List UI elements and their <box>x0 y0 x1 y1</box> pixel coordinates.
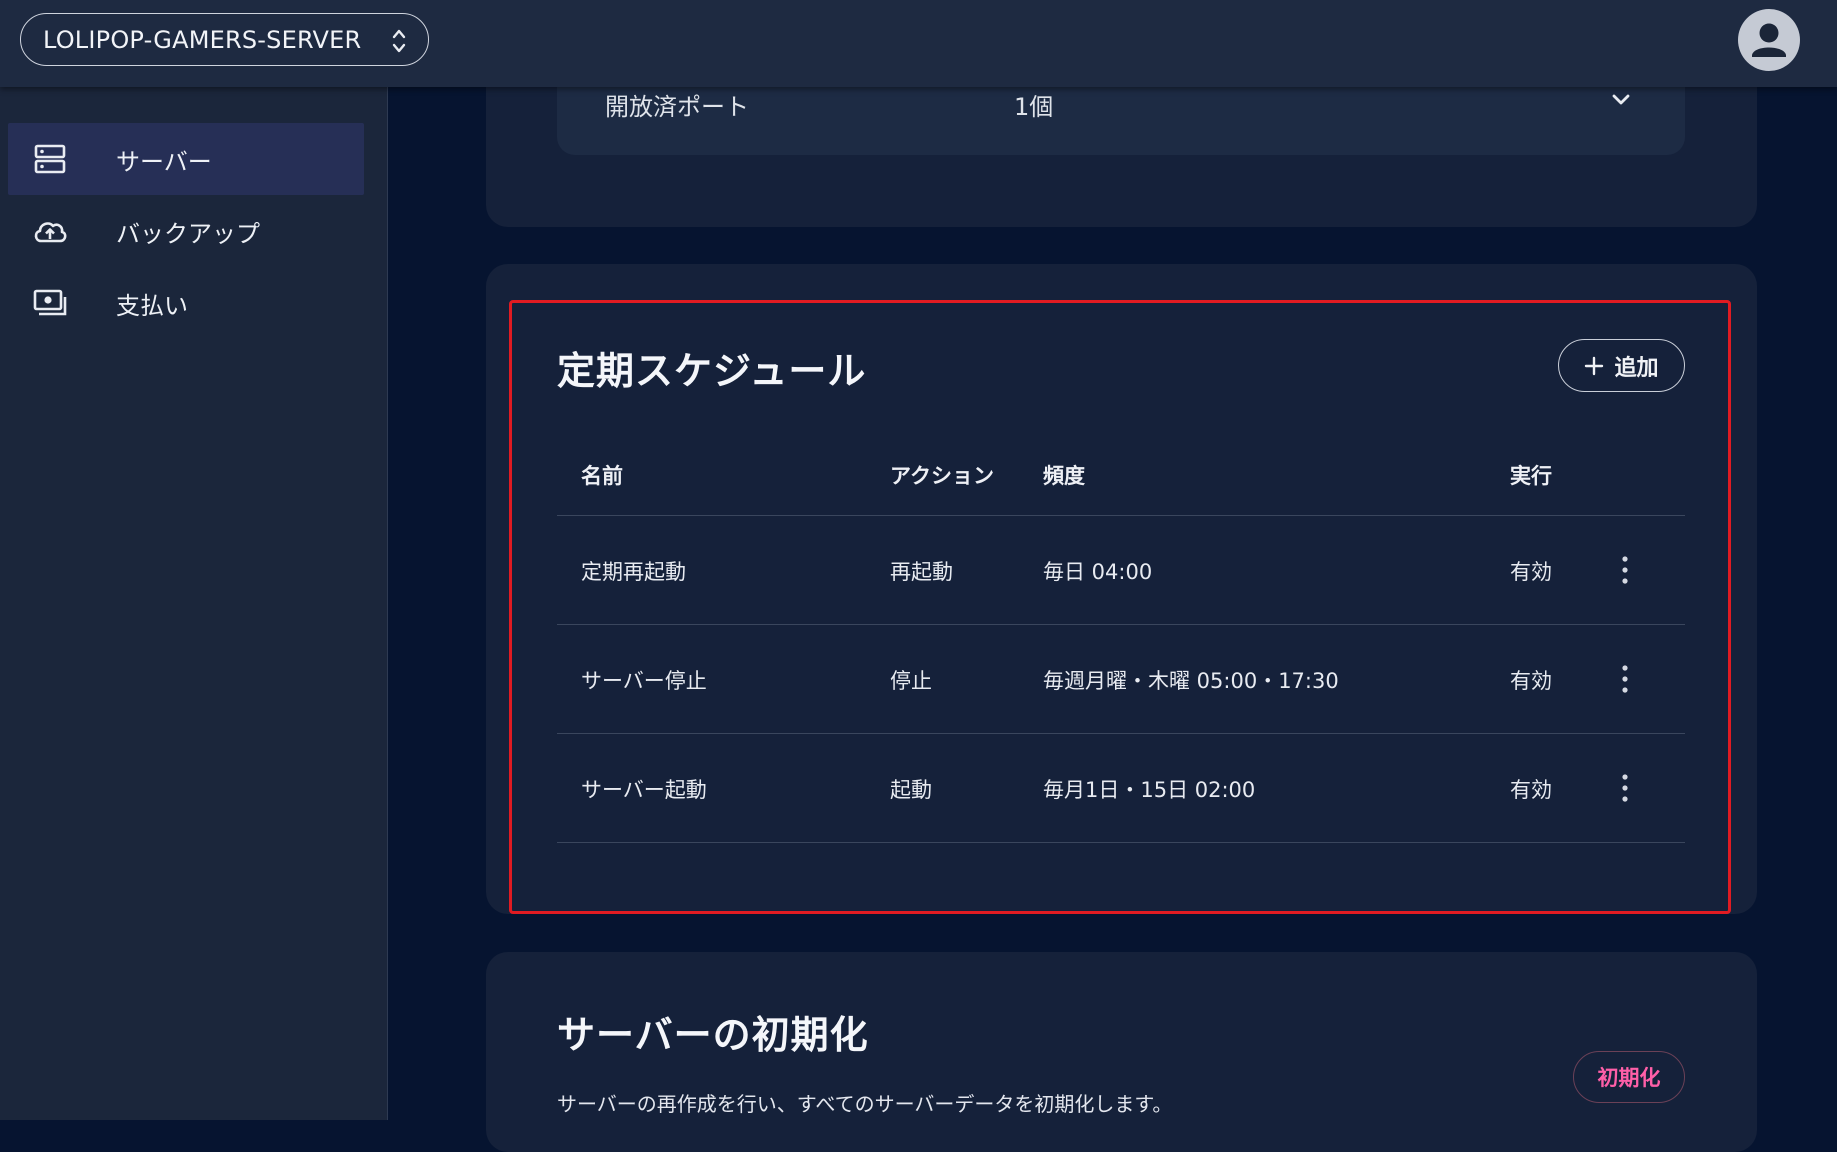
schedule-title: 定期スケジュール <box>557 349 867 393</box>
init-server-button[interactable]: 初期化 <box>1573 1051 1685 1103</box>
schedule-name: サーバー起動 <box>581 778 707 802</box>
sidebar-item-payment[interactable]: 支払い <box>8 267 364 339</box>
schedule-table: 名前 アクション 頻度 実行 定期再起動 再起動 毎日 04:00 有効 サーバ… <box>557 436 1685 843</box>
schedule-frequency: 毎月1日・15日 02:00 <box>1043 778 1256 802</box>
more-options-icon[interactable] <box>1617 770 1633 806</box>
server-icon <box>34 144 66 174</box>
more-options-icon[interactable] <box>1617 661 1633 697</box>
add-schedule-button[interactable]: 追加 <box>1558 339 1685 392</box>
sidebar-item-label: 支払い <box>116 291 188 320</box>
sidebar-item-backup[interactable]: バックアップ <box>8 195 364 267</box>
cloud-upload-icon <box>34 222 67 243</box>
schedule-action: 再起動 <box>890 560 953 584</box>
schedule-name: サーバー停止 <box>581 669 707 693</box>
more-options-icon[interactable] <box>1617 552 1633 588</box>
sidebar-item-server[interactable]: サーバー <box>8 123 364 195</box>
table-header-row: 名前 アクション 頻度 実行 <box>557 436 1685 516</box>
server-name: LOLIPOP-GAMERS-SERVER <box>43 25 362 54</box>
sidebar-item-label: サーバー <box>116 147 212 176</box>
add-schedule-label: 追加 <box>1614 355 1659 381</box>
server-selector[interactable]: LOLIPOP-GAMERS-SERVER <box>20 13 429 66</box>
schedule-frequency: 毎週月曜・木曜 05:00・17:30 <box>1043 669 1339 693</box>
sidebar-item-label: バックアップ <box>116 219 260 248</box>
schedule-status: 有効 <box>1510 778 1552 802</box>
init-description: サーバーの再作成を行い、すべてのサーバーデータを初期化します。 <box>557 1092 1173 1116</box>
column-header-name: 名前 <box>581 464 623 488</box>
unfold-icon <box>392 29 406 53</box>
sidebar: サーバー バックアップ 支払い <box>0 87 388 1120</box>
schedule-action: 起動 <box>890 778 932 802</box>
init-title: サーバーの初期化 <box>557 1013 869 1057</box>
user-avatar-icon <box>1752 23 1786 57</box>
payment-icon <box>33 289 67 316</box>
column-header-action: アクション <box>890 464 994 488</box>
column-header-exec: 実行 <box>1510 464 1552 488</box>
user-avatar-button[interactable] <box>1738 9 1800 71</box>
table-row[interactable]: サーバー停止 停止 毎週月曜・木曜 05:00・17:30 有効 <box>557 625 1685 734</box>
table-row[interactable]: 定期再起動 再起動 毎日 04:00 有効 <box>557 516 1685 625</box>
schedule-name: 定期再起動 <box>581 560 686 584</box>
schedule-frequency: 毎日 04:00 <box>1043 560 1153 584</box>
schedule-status: 有効 <box>1510 560 1552 584</box>
chevron-down-icon[interactable] <box>1611 93 1631 107</box>
open-ports-label: 開放済ポート <box>605 93 749 121</box>
open-ports-count: 1個 <box>1014 93 1054 121</box>
schedule-action: 停止 <box>890 669 932 693</box>
plus-icon <box>1585 356 1604 375</box>
table-row[interactable]: サーバー起動 起動 毎月1日・15日 02:00 有効 <box>557 734 1685 843</box>
top-bar: LOLIPOP-GAMERS-SERVER <box>0 0 1837 87</box>
column-header-frequency: 頻度 <box>1043 464 1085 488</box>
schedule-status: 有効 <box>1510 669 1552 693</box>
